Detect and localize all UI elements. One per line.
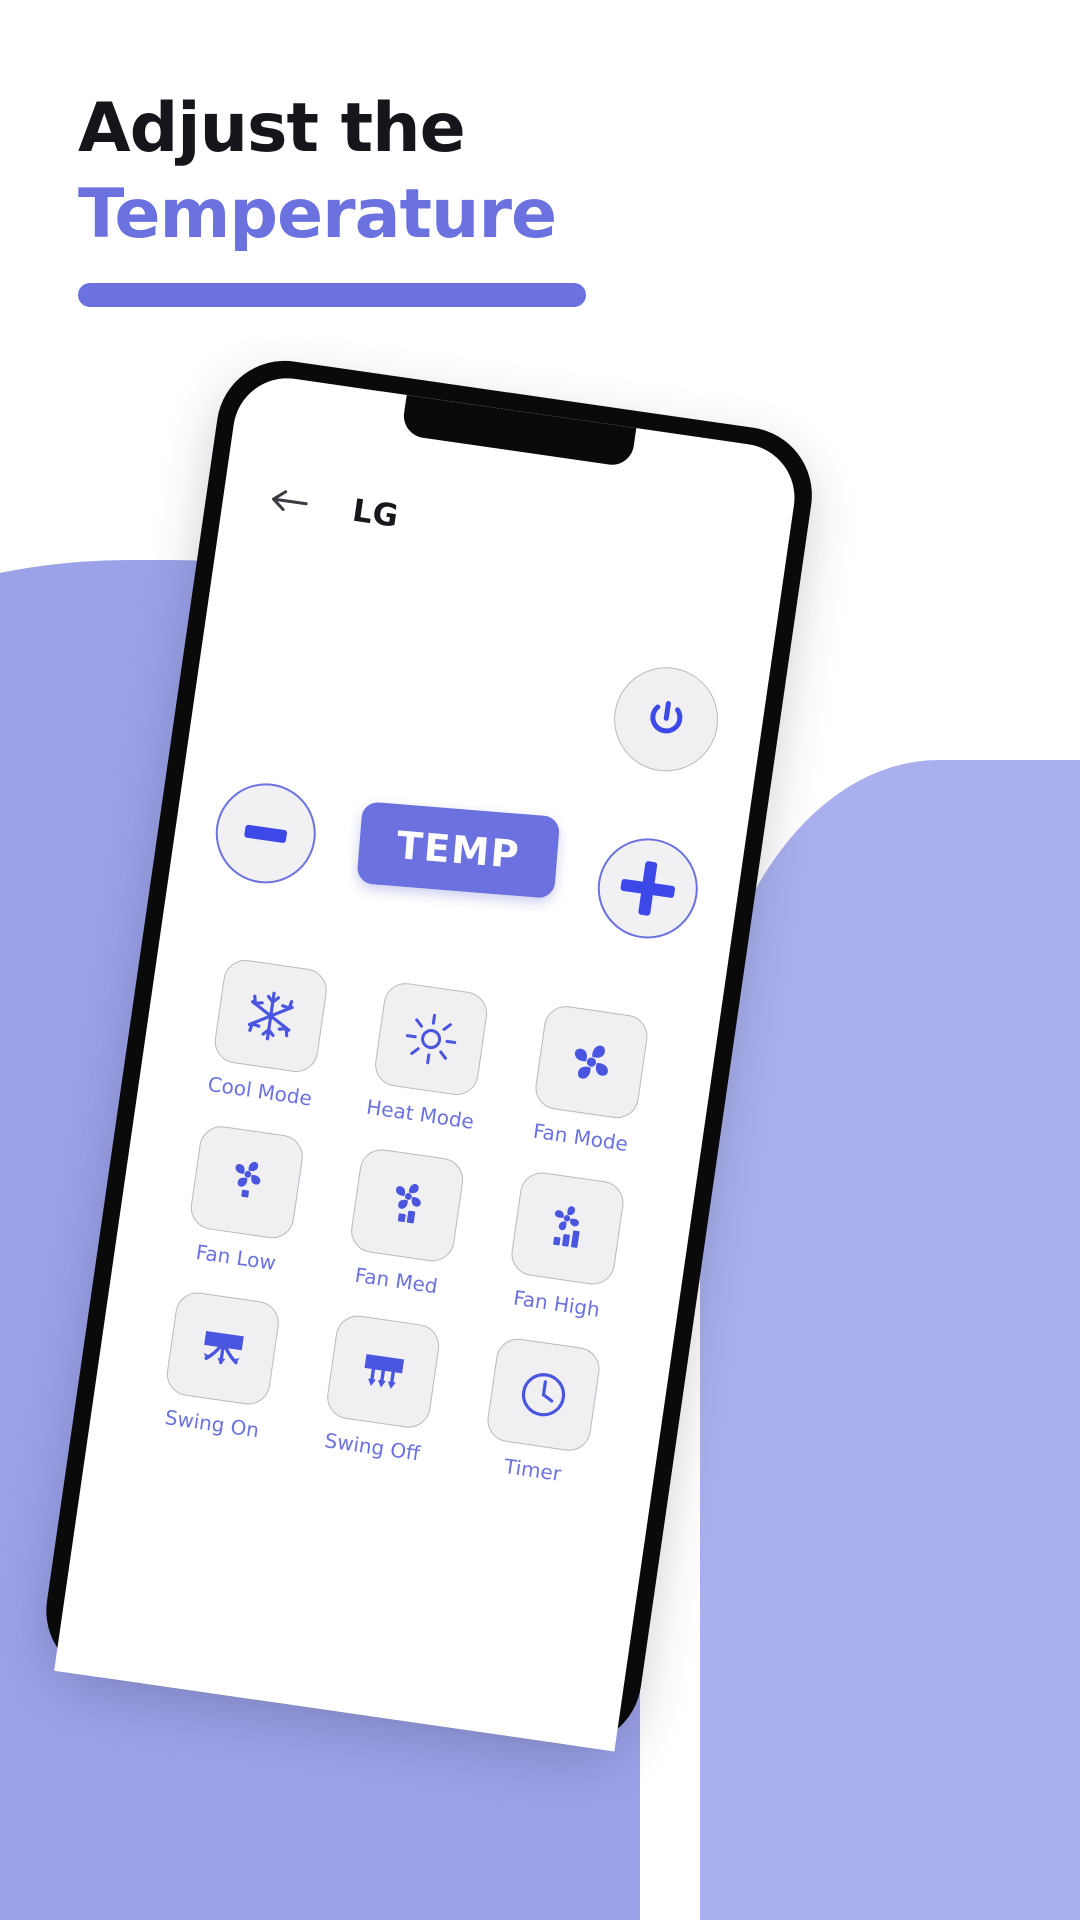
headline-block: Adjust the Temperature [78,86,586,308]
control-fan-med[interactable]: Fan Med [314,1142,494,1304]
headline-underline [78,283,586,308]
control-swing-on[interactable]: Swing On [130,1286,310,1448]
headline-line-2: Temperature [78,174,557,254]
fan-med-tile[interactable] [348,1146,467,1265]
background-blob-right [700,760,1080,1920]
control-label: Swing On [163,1405,261,1443]
swing-on-icon [190,1316,256,1382]
control-label: Timer [502,1454,563,1486]
control-label: Fan Med [353,1262,440,1299]
temp-label: TEMP [394,823,522,877]
snowflake-icon [239,984,302,1047]
control-label: Swing Off [323,1428,422,1466]
clock-icon [512,1363,575,1426]
control-label: Fan Low [194,1239,278,1276]
heat-mode-tile[interactable] [372,980,490,1098]
arrow-left-icon[interactable] [268,486,311,517]
temperature-control-row: TEMP [169,769,744,953]
swing-off-icon [350,1339,416,1405]
fan-low-tile[interactable] [187,1123,306,1242]
temperature-decrease-button[interactable] [209,776,323,890]
app-header: LG [220,462,789,602]
control-timer[interactable]: Timer [451,1332,631,1494]
control-fan-mode[interactable]: Fan Mode [499,999,679,1161]
fan-mode-tile[interactable] [532,1003,651,1122]
minus-icon [244,823,288,843]
control-fan-high[interactable]: Fan High [475,1165,655,1327]
swing-on-tile[interactable] [163,1289,282,1408]
control-label: Fan High [511,1285,602,1322]
temperature-increase-button[interactable] [591,831,705,946]
control-label: Cool Mode [206,1071,314,1111]
control-fan-low[interactable]: Fan Low [154,1119,334,1281]
cool-mode-tile[interactable] [211,957,330,1075]
control-label: Fan Mode [531,1118,630,1157]
fan-high-icon [536,1197,599,1260]
control-cool-mode[interactable]: Cool Mode [178,953,358,1115]
control-swing-off[interactable]: Swing Off [290,1309,470,1471]
fan-icon [560,1030,623,1093]
power-icon [638,691,695,748]
temp-label-button[interactable]: TEMP [356,801,561,899]
headline-line-1: Adjust the [78,89,466,168]
control-grid: Cool Mode Heat Mode Fan Mode Fan Low Fan… [88,935,720,1515]
sun-icon [401,1008,462,1069]
swing-off-tile[interactable] [324,1312,443,1431]
control-label: Heat Mode [364,1094,476,1134]
fan-low-icon [215,1151,278,1214]
power-button[interactable] [607,660,725,779]
fan-medium-icon [375,1174,438,1237]
power-button-row [607,660,725,779]
app-title: LG [350,492,401,535]
fan-high-tile[interactable] [508,1169,627,1288]
plus-icon [617,858,678,919]
timer-tile[interactable] [484,1335,603,1454]
control-heat-mode[interactable]: Heat Mode [338,976,518,1138]
